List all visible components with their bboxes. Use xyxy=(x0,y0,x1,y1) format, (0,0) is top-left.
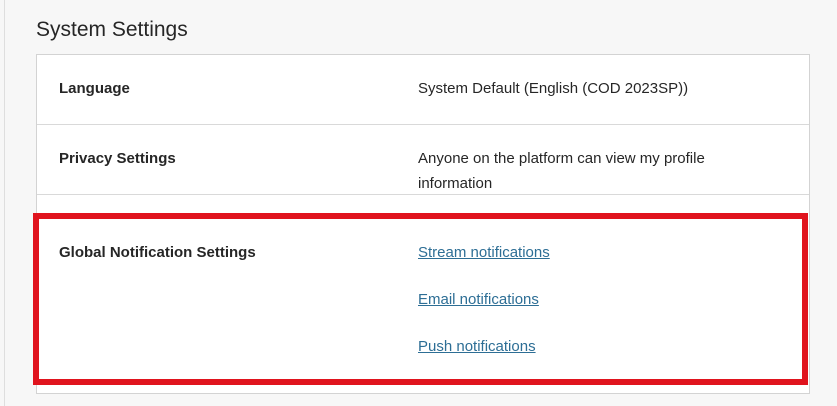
section-title: System Settings xyxy=(36,18,188,41)
email-notifications-link[interactable]: Email notifications xyxy=(418,290,539,310)
privacy-settings-label: Privacy Settings xyxy=(59,150,176,167)
privacy-settings-value: Anyone on the platform can view my profi… xyxy=(418,150,705,192)
language-label: Language xyxy=(59,80,130,97)
global-notification-settings-label: Global Notification Settings xyxy=(59,244,256,261)
push-notifications-link[interactable]: Push notifications xyxy=(418,337,536,357)
stream-notifications-link[interactable]: Stream notifications xyxy=(418,243,550,263)
setting-row-privacy: Privacy Settings Anyone on the platform … xyxy=(37,125,809,195)
setting-row-global-notifications: Global Notification Settings Stream noti… xyxy=(37,195,809,393)
setting-row-language: Language System Default (English (COD 20… xyxy=(37,55,809,125)
language-value: System Default (English (COD 2023SP)) xyxy=(418,80,689,97)
left-divider xyxy=(4,0,5,406)
settings-panel: Language System Default (English (COD 20… xyxy=(36,54,810,394)
